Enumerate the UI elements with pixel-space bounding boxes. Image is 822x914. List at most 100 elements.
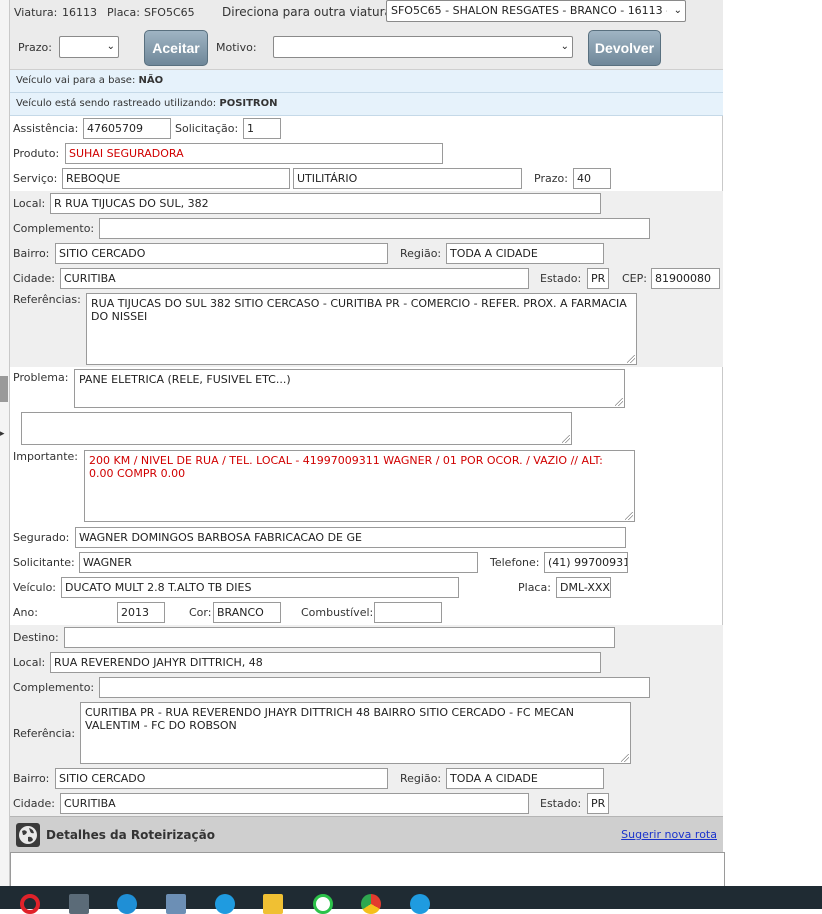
- veiculo-placa-field[interactable]: DML-XXXX: [556, 577, 611, 598]
- destino-field[interactable]: [64, 627, 615, 648]
- destino-regiao-field[interactable]: TODA A CIDADE: [446, 768, 604, 789]
- servico-prazo-label: Prazo:: [534, 172, 568, 185]
- tracking-info-value: POSITRON: [219, 98, 278, 109]
- assistencia-field[interactable]: 47605709: [83, 118, 171, 139]
- resize-grip-icon[interactable]: [621, 754, 629, 762]
- destino-complemento-field[interactable]: [99, 677, 650, 698]
- destino-estado-label: Estado:: [540, 797, 582, 810]
- edge-icon[interactable]: [117, 894, 137, 914]
- produto-field[interactable]: SUHAI SEGURADORA: [65, 143, 443, 164]
- assistencia-label: Assistência:: [13, 122, 79, 135]
- solicitante-field[interactable]: WAGNER: [79, 552, 478, 573]
- destino-cidade-field[interactable]: CURITIBA: [60, 793, 529, 814]
- base-info-bar: Veículo vai para a base: NÃO: [10, 70, 723, 93]
- viatura-value: 16113: [62, 6, 97, 19]
- whatsapp-icon[interactable]: [313, 894, 333, 914]
- routing-details-title: Detalhes da Roteirização: [46, 828, 215, 842]
- expand-arrow-icon[interactable]: ▸: [0, 430, 5, 439]
- destino-label: Destino:: [13, 631, 59, 644]
- devolver-button[interactable]: Devolver: [588, 30, 661, 66]
- destino-regiao-label: Região:: [400, 772, 442, 785]
- segurado-field[interactable]: WAGNER DOMINGOS BARBOSA FABRICACAO DE GE: [75, 527, 626, 548]
- motivo-select[interactable]: ⌄: [273, 36, 573, 58]
- solicitacao-field[interactable]: 1: [243, 118, 281, 139]
- globe-icon: [16, 823, 40, 847]
- dispatch-toolbar: Viatura: 16113 Placa: SFO5C65 Direciona …: [10, 0, 723, 70]
- solicitante-label: Solicitante:: [13, 556, 75, 569]
- problema-textarea[interactable]: PANE ELETRICA (RELE, FUSIVEL ETC...): [74, 369, 625, 408]
- left-edge-splitter: ▸: [0, 0, 10, 886]
- skype-icon[interactable]: [215, 894, 235, 914]
- bairro-field[interactable]: SITIO CERCADO: [55, 243, 388, 264]
- destino-bairro-field[interactable]: SITIO CERCADO: [55, 768, 388, 789]
- resize-grip-icon[interactable]: [625, 512, 633, 520]
- aceitar-button[interactable]: Aceitar: [144, 30, 208, 66]
- problema-label: Problema:: [13, 371, 69, 384]
- destino-estado-field[interactable]: PR: [587, 793, 609, 814]
- servico-field[interactable]: REBOQUE: [62, 168, 290, 189]
- destino-referencia-textarea[interactable]: CURITIBA PR - RUA REVERENDO JHAYR DITTRI…: [80, 702, 631, 764]
- cor-label: Cor:: [189, 606, 212, 619]
- destino-cidade-label: Cidade:: [13, 797, 55, 810]
- cor-field[interactable]: BRANCO: [213, 602, 281, 623]
- direciona-label: Direciona para outra viatura:: [222, 5, 396, 19]
- chrome-icon[interactable]: [361, 894, 381, 914]
- placa-label: Placa:: [107, 6, 140, 19]
- prazo-select[interactable]: ⌄: [59, 36, 119, 58]
- ano-label: Ano:: [13, 606, 38, 619]
- base-info-value: NÃO: [138, 75, 164, 86]
- cidade-label: Cidade:: [13, 272, 55, 285]
- combustivel-label: Combustível:: [301, 606, 374, 619]
- produto-label: Produto:: [13, 147, 60, 160]
- servico-tipo-field[interactable]: UTILITÁRIO: [293, 168, 522, 189]
- motivo-label: Motivo:: [216, 41, 257, 54]
- veiculo-placa-label: Placa:: [518, 581, 551, 594]
- chevron-down-icon: ⌄: [106, 41, 115, 52]
- veiculo-field[interactable]: DUCATO MULT 2.8 T.ALTO TB DIES: [61, 577, 459, 598]
- folder-icon[interactable]: [263, 894, 283, 914]
- origin-address-band: Local: R RUA TIJUCAS DO SUL, 382 Complem…: [10, 191, 723, 367]
- resize-grip-icon[interactable]: [615, 398, 623, 406]
- destino-bairro-label: Bairro:: [13, 772, 50, 785]
- chevron-down-icon: ⌄: [673, 5, 682, 16]
- routing-details-header: Detalhes da Roteirização Sugerir nova ro…: [10, 816, 723, 852]
- windows-taskbar: [0, 886, 822, 914]
- suggest-route-link[interactable]: Sugerir nova rota: [621, 828, 717, 841]
- servico-prazo-field[interactable]: 40: [573, 168, 611, 189]
- extra-textarea[interactable]: [21, 412, 572, 445]
- cep-field[interactable]: 81900080: [651, 268, 720, 289]
- destino-local-field[interactable]: RUA REVERENDO JAHYR DITTRICH, 48: [50, 652, 601, 673]
- ano-field[interactable]: 2013: [117, 602, 165, 623]
- telefone-field[interactable]: (41) 997009311: [544, 552, 628, 573]
- combustivel-field[interactable]: [374, 602, 442, 623]
- segurado-label: Segurado:: [13, 531, 70, 544]
- problema-text: PANE ELETRICA (RELE, FUSIVEL ETC...): [79, 373, 291, 386]
- referencias-text: RUA TIJUCAS DO SUL 382 SITIO CERCASO - C…: [91, 297, 627, 323]
- importante-text: 200 KM / NIVEL DE RUA / TEL. LOCAL - 419…: [89, 454, 603, 480]
- estado-field[interactable]: PR: [587, 268, 609, 289]
- referencias-label: Referências:: [13, 293, 81, 306]
- base-info-text: Veículo vai para a base:: [16, 75, 136, 86]
- servico-label: Serviço:: [13, 172, 58, 185]
- direciona-select[interactable]: SFO5C65 - SHALON RESGATES - BRANCO - 161…: [386, 0, 686, 22]
- importante-textarea[interactable]: 200 KM / NIVEL DE RUA / TEL. LOCAL - 419…: [84, 450, 635, 522]
- opera-icon[interactable]: [20, 894, 40, 914]
- resize-grip-icon[interactable]: [562, 435, 570, 443]
- local-field[interactable]: R RUA TIJUCAS DO SUL, 382: [50, 193, 601, 214]
- destination-band: Destino: Local: RUA REVERENDO JAHYR DITT…: [10, 625, 723, 816]
- referencias-textarea[interactable]: RUA TIJUCAS DO SUL 382 SITIO CERCASO - C…: [86, 293, 637, 365]
- cidade-field[interactable]: CURITIBA: [60, 268, 529, 289]
- calculator-icon[interactable]: [69, 894, 89, 914]
- chevron-down-icon: ⌄: [560, 41, 569, 52]
- skype-icon[interactable]: [410, 894, 430, 914]
- destino-local-label: Local:: [13, 656, 46, 669]
- notepad-icon[interactable]: [166, 894, 186, 914]
- complemento-field[interactable]: [99, 218, 650, 239]
- routing-details-box: [10, 852, 725, 886]
- telefone-label: Telefone:: [490, 556, 540, 569]
- regiao-field[interactable]: TODA A CIDADE: [446, 243, 604, 264]
- destino-referencia-label: Referência:: [13, 727, 76, 740]
- resize-grip-icon[interactable]: [627, 355, 635, 363]
- tracking-info-bar: Veículo está sendo rastreado utilizando:…: [10, 93, 723, 116]
- splitter-handle[interactable]: [0, 376, 8, 402]
